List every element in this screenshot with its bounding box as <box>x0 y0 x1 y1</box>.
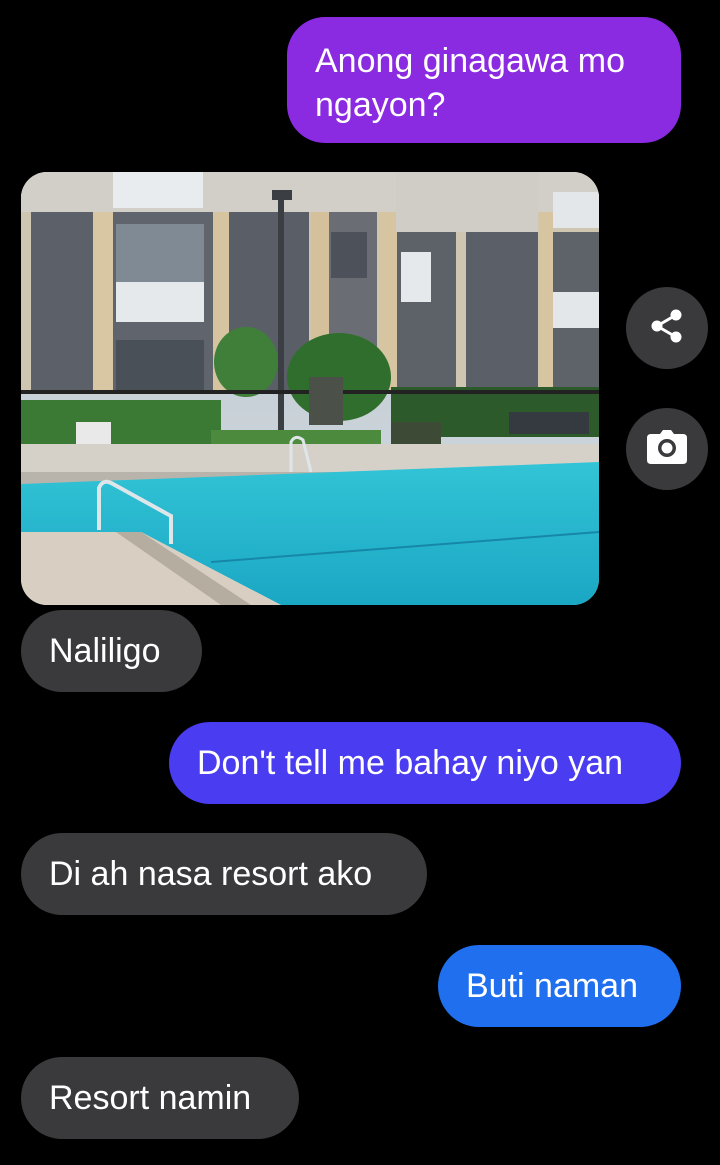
shared-photo[interactable] <box>21 172 599 605</box>
message-text: Don't tell me bahay niyo yan <box>197 744 624 782</box>
message-text: Buti naman <box>466 967 638 1005</box>
message-text: Naliligo <box>49 632 161 670</box>
incoming-message-bubble[interactable]: Di ah nasa resort ako <box>21 833 427 915</box>
pool-photo-image <box>21 172 599 605</box>
outgoing-message-bubble[interactable]: Anong ginagawa mo ngayon? <box>287 17 681 143</box>
outgoing-message-bubble[interactable]: Don't tell me bahay niyo yan <box>169 722 681 804</box>
share-icon <box>648 307 686 350</box>
message-text: Anong ginagawa mo ngayon? <box>315 42 626 124</box>
outgoing-message-bubble[interactable]: Buti naman <box>438 945 681 1027</box>
message-text: Di ah nasa resort ako <box>49 855 373 893</box>
camera-icon <box>647 429 687 469</box>
incoming-message-bubble[interactable]: Naliligo <box>21 610 202 692</box>
incoming-message-bubble[interactable]: Resort namin <box>21 1057 299 1139</box>
message-text: Resort namin <box>49 1079 252 1117</box>
camera-button[interactable] <box>626 408 708 490</box>
share-button[interactable] <box>626 287 708 369</box>
